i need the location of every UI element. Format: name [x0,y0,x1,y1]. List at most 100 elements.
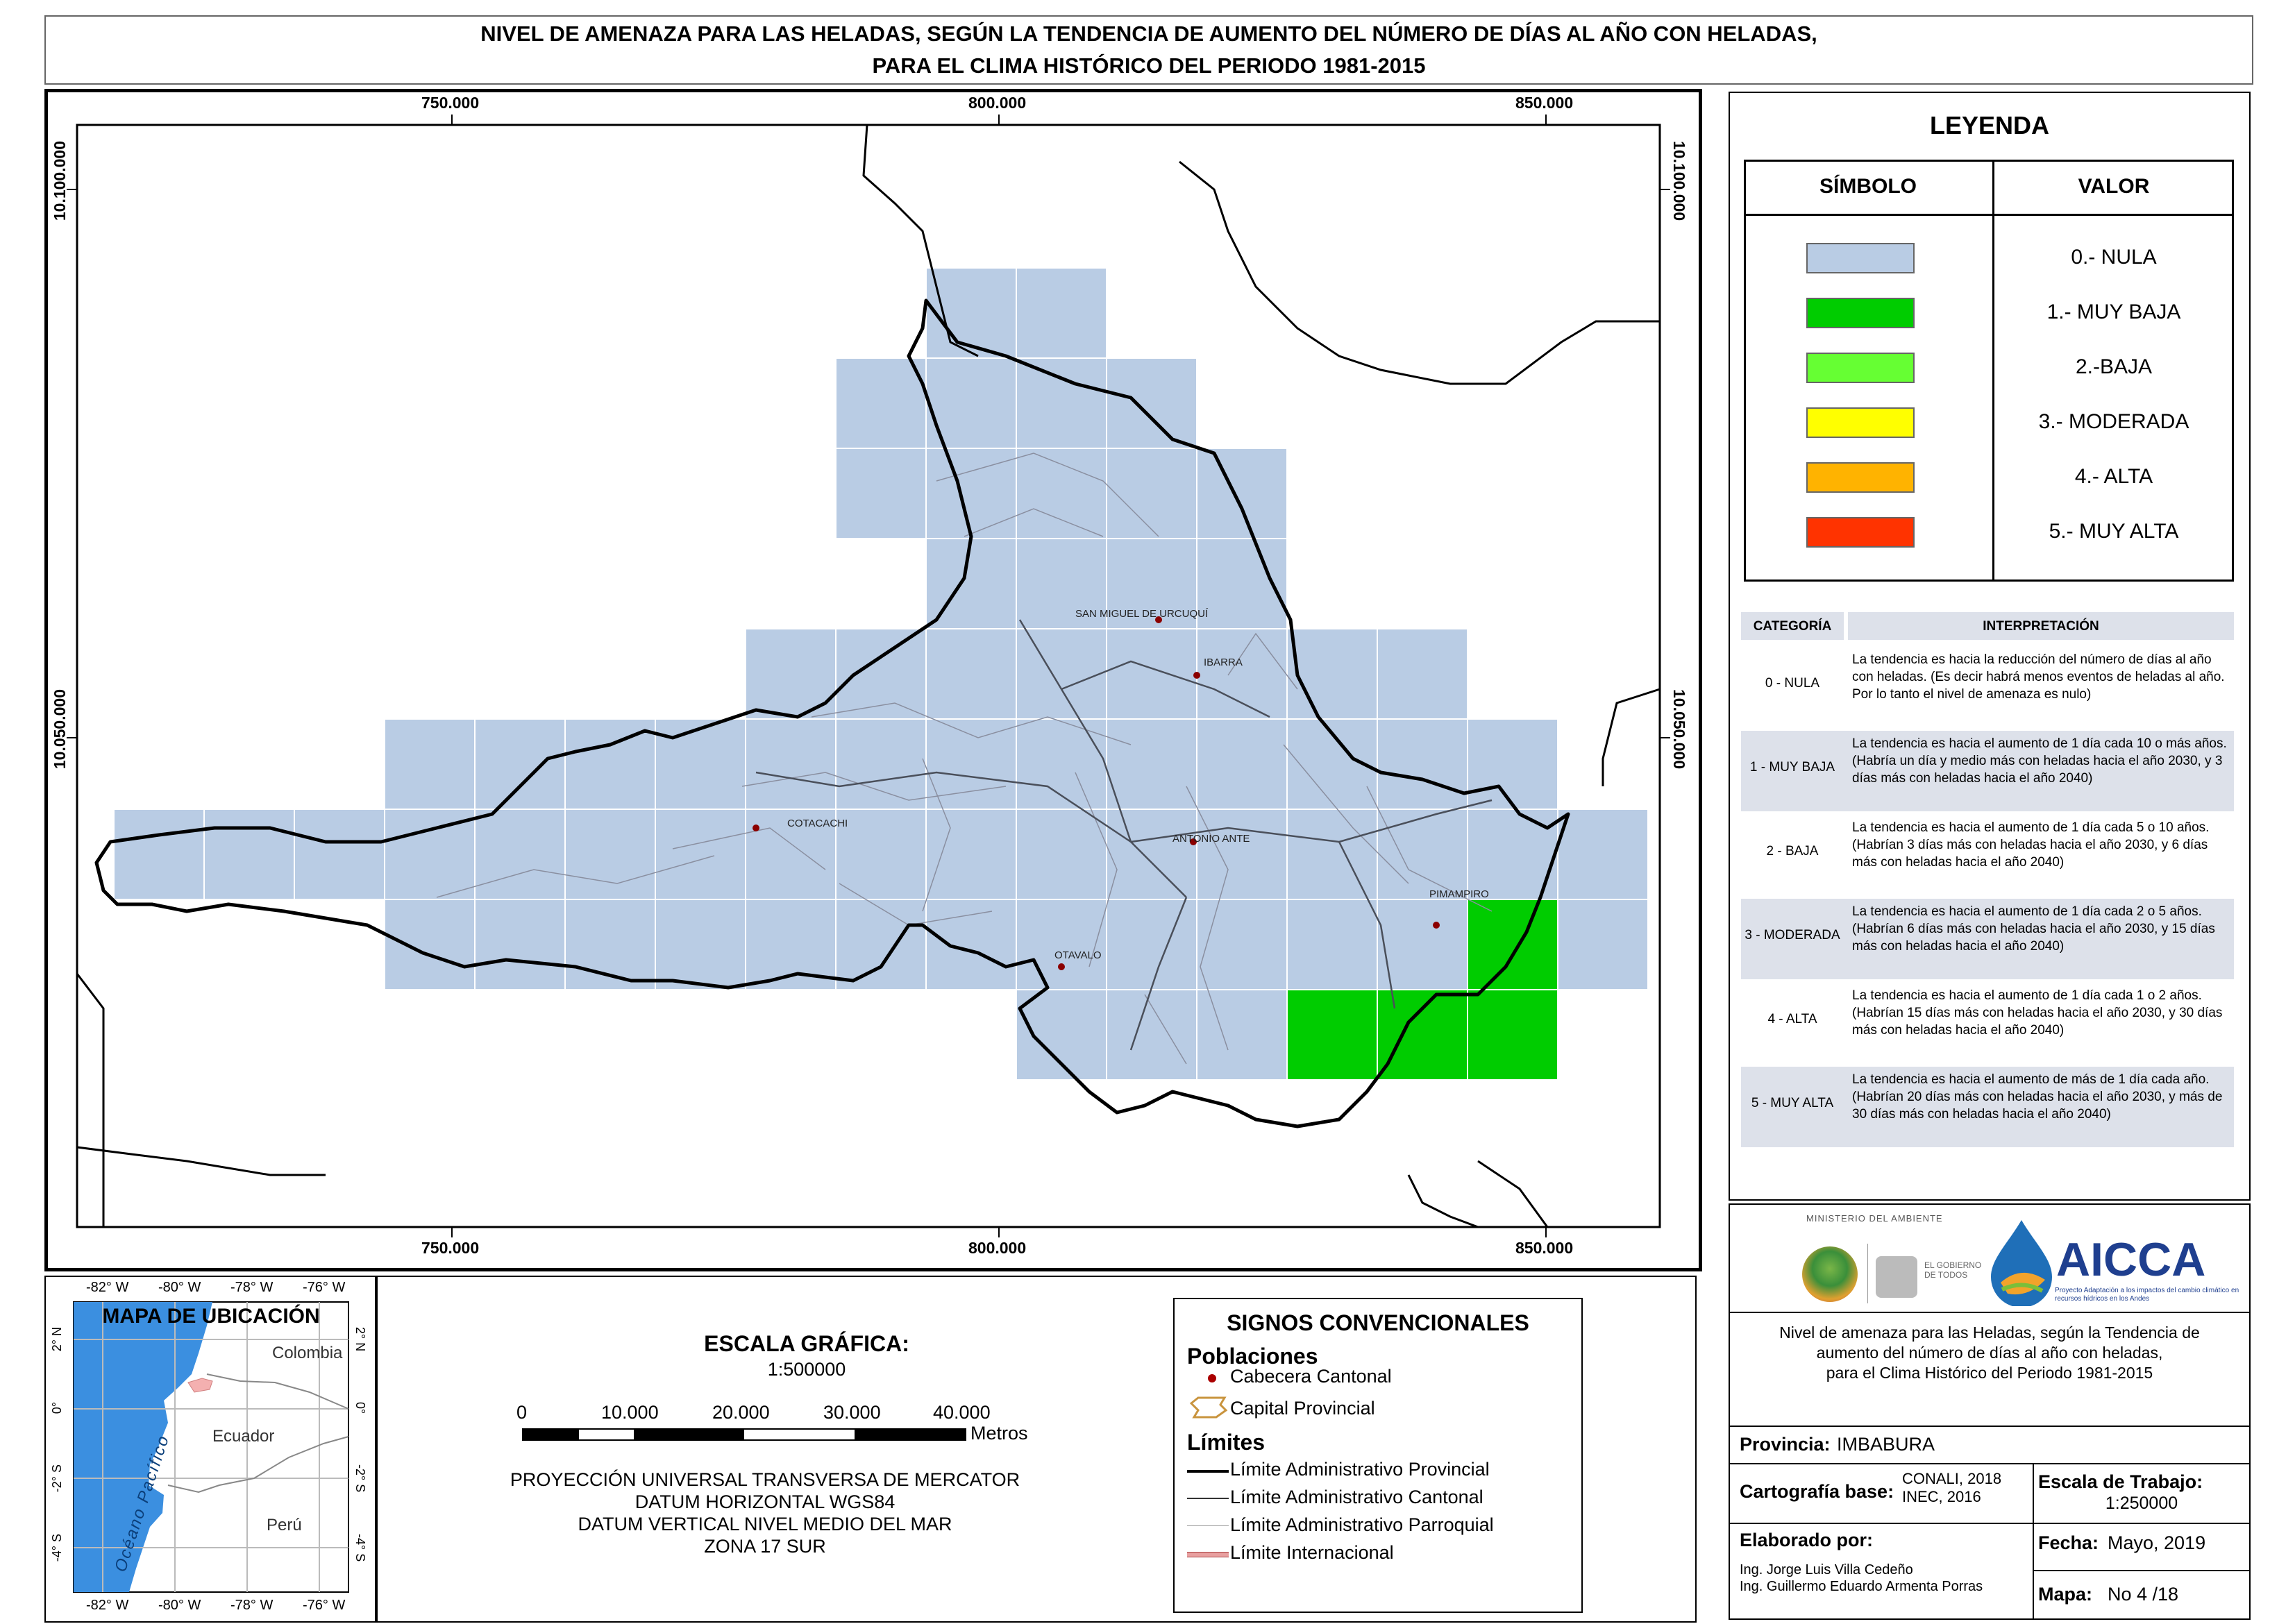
main-map-frame: SAN MIGUEL DE URCUQUÍ IBARRA COTACACHI A… [44,89,1702,1271]
x-tick-top-750: 750.000 [421,94,480,112]
place-label-ibarra: IBARRA [1204,657,1243,668]
brand-name: AICCA [2056,1233,2206,1286]
interp-row: 4 - ALTA La tendencia es hacia el aumento… [1741,983,2234,1063]
x-tick-top-800: 800.000 [968,94,1027,112]
cabecera-marker [753,824,759,831]
lon-tick-bottom: -78° W [230,1598,274,1613]
datum-vertical: DATUM VERTICAL NIVEL MEDIO DEL MAR [578,1514,952,1534]
lon-tick-top: -76° W [303,1280,346,1295]
lat-tick-right: 2° N [353,1327,367,1352]
info-divider [1730,1463,2249,1464]
aicca-drop-icon [1991,1220,2052,1306]
scale-tick-10000: 10.000 [601,1402,659,1423]
x-tick-bottom-750: 750.000 [421,1239,480,1257]
cantonal-limit-label: Límite Administrativo Cantonal [1230,1487,1483,1507]
lon-tick-top: -78° W [230,1280,274,1295]
cabecera-marker [1193,672,1200,679]
x-tick-bottom-850: 850.000 [1515,1239,1574,1257]
country-label-colombia: Colombia [272,1344,343,1362]
legend-value-label: 4.- ALTA [2074,465,2153,488]
signs-box: SIGNOS CONVENCIONALES Poblaciones Cabece… [1173,1298,1583,1613]
lat-tick-left: 2° N [50,1327,64,1352]
scale-unit: Metros [970,1423,1028,1444]
interp-text: La tendencia es hacia el aumento de 1 dí… [1852,820,2210,870]
capital-symbol [1189,1396,1228,1419]
provincial-limit-label: Límite Administrativo Provincial [1230,1459,1490,1480]
interp-text: La tendencia es hacia el aumento de 1 dí… [1852,904,2215,954]
place-label-otavalo: OTAVALO [1054,949,1102,961]
interp-category: 2 - BAJA [1766,844,1819,858]
date-label: Fecha: [2038,1532,2099,1553]
province-value: IMBABURA [1837,1434,1935,1455]
scale-tick-20000: 20.000 [712,1402,770,1423]
description-line: Nivel de amenaza para las Heladas, según… [1779,1323,2200,1342]
lat-tick-right: -2° S [353,1464,367,1493]
interp-category: 3 - MODERADA [1745,928,1840,942]
brand-subtitle: Proyecto Adaptación a los impactos del c… [2055,1287,2239,1303]
info-divider [2033,1570,2249,1571]
legend-divider [1744,214,2234,216]
authors: Ing. Jorge Luis Villa Cedeño Ing. Guille… [1740,1562,1983,1595]
interp-category: 4 - ALTA [1767,1012,1817,1026]
info-divider [1730,1523,2249,1524]
cabecera-symbol [1208,1374,1216,1382]
legend-col-symbol: SÍMBOLO [1819,175,1917,198]
legend-col-value: VALOR [2078,175,2150,198]
lon-tick-bottom: -76° W [303,1598,346,1613]
cabecera-marker [1433,922,1440,929]
legend-swatch [1806,298,1915,328]
author-name: Ing. Guillermo Eduardo Armenta Porras [1740,1579,1983,1594]
projection-line: PROYECCIÓN UNIVERSAL TRANSVERSA DE MERCA… [510,1469,1020,1490]
lat-tick-left: 0° [50,1402,64,1414]
legend-swatch [1806,407,1915,438]
main-map: SAN MIGUEL DE URCUQUÍ IBARRA COTACACHI A… [67,115,1670,1237]
cabecera-label: Cabecera Cantonal [1230,1366,1392,1387]
work-scale-value: 1:250000 [2105,1494,2178,1513]
datum-horizontal: DATUM HORIZONTAL WGS84 [634,1491,896,1512]
scale-tick-40000: 40.000 [933,1402,991,1423]
interp-row: 1 - MUY BAJA La tendencia es hacia el aum… [1741,731,2234,811]
map-number-label: Mapa: [2038,1584,2093,1605]
interp-row: 0 - NULA La tendencia es hacia la reducci… [1741,647,2234,727]
parroquial-limit-symbol [1187,1525,1229,1526]
cartography-label: Cartografía base: [1740,1481,1894,1502]
scale-tick-0: 0 [516,1402,528,1423]
interp-text: La tendencia es hacia la reducción del n… [1852,652,2225,702]
location-map-title: MAPA DE UBICACIÓN [102,1305,320,1328]
interp-category: 0 - NULA [1765,676,1820,691]
lon-tick-bottom: -82° W [86,1598,129,1613]
legend-value-label: 0.- NULA [2071,246,2157,269]
legend-panel: LEYENDA SÍMBOLO VALOR 0.- NULA 1.- MUY BA… [1729,92,2251,1201]
ministry-label: MINISTERIO DEL AMBIENTE [1806,1213,1943,1224]
info-divider [1730,1312,2249,1313]
x-tick-bottom-800: 800.000 [968,1239,1027,1257]
legend-value-label: 3.- MODERADA [2038,410,2189,433]
province-label: Provincia: [1740,1434,1831,1455]
parroquial-limit-label: Límite Administrativo Parroquial [1230,1514,1494,1535]
interp-category: 1 - MUY BAJA [1749,760,1835,775]
legend-swatch [1806,243,1915,273]
cabecera-marker [1058,963,1065,970]
map-title: NIVEL DE AMENAZA PARA LAS HELADAS, SEGÚN… [44,15,2253,85]
cartography-value: INEC, 2016 [1902,1488,1981,1505]
logo-divider [1867,1244,1868,1303]
signs-title: SIGNOS CONVENCIONALES [1227,1310,1529,1335]
international-limit-label: Límite Internacional [1230,1542,1394,1563]
scale-signs-panel: ESCALA GRÁFICA: 1:500000 0 10.000 20.000… [375,1276,1697,1623]
interp-row: 3 - MODERADA La tendencia es hacia el aum… [1741,899,2234,979]
signs-limits-title: Límites [1187,1430,1266,1455]
cartography-value: CONALI, 2018 [1902,1470,2002,1487]
lat-tick-right: 0° [353,1402,367,1414]
ministry-logo-icon [1802,1246,1858,1302]
map-number-value: No 4 /18 [2108,1584,2179,1605]
place-label-pimampiro: PIMAMPIRO [1429,888,1489,900]
location-map-panel: MAPA DE UBICACIÓN -82° W -80° W -78° W -… [44,1276,378,1623]
info-panel: MINISTERIO DEL AMBIENTE EL GOBIERNO DE T… [1729,1203,2251,1620]
scale-bar [522,1428,966,1441]
y-tick-left-10100000: 10.100.000 [51,141,69,221]
coat-of-arms-icon [1876,1256,1917,1298]
author-name: Ing. Jorge Luis Villa Cedeño [1740,1562,1913,1578]
interp-text: La tendencia es hacia el aumento de 1 dí… [1852,988,2223,1038]
international-limit-symbol [1187,1552,1229,1557]
title-line-2: PARA EL CLIMA HISTÓRICO DEL PERIODO 1981… [872,53,1426,78]
